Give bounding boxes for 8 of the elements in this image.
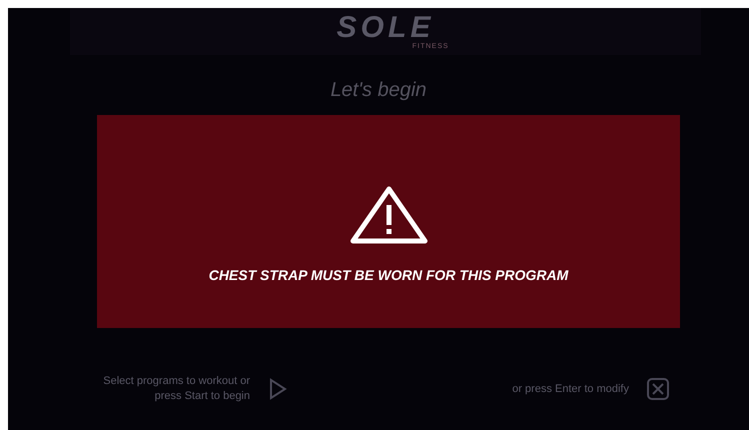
warning-icon — [348, 185, 428, 245]
hint-text: or press Enter to modify — [512, 382, 629, 396]
alert-message: CHEST STRAP MUST BE WORN FOR THIS PROGRAM — [208, 267, 568, 283]
hint-text: Select programs to workout or press Start to begin — [102, 374, 250, 404]
play-icon — [268, 378, 288, 400]
close-icon — [647, 378, 669, 400]
heading: Let's begin — [329, 78, 428, 103]
logo: SOLE — [336, 13, 434, 43]
